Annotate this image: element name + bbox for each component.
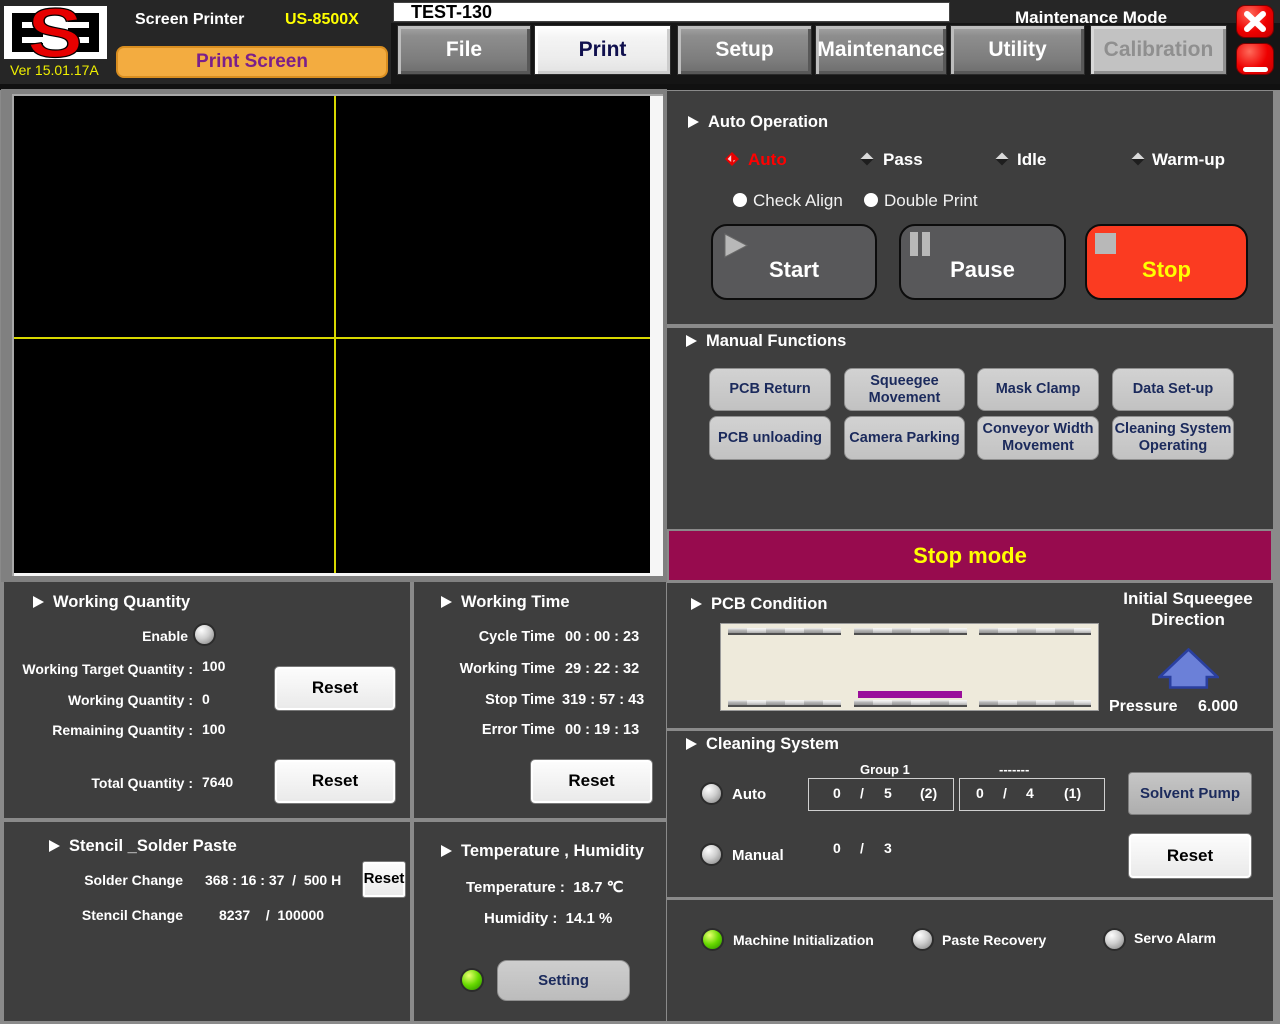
svg-text:S: S xyxy=(27,6,82,59)
